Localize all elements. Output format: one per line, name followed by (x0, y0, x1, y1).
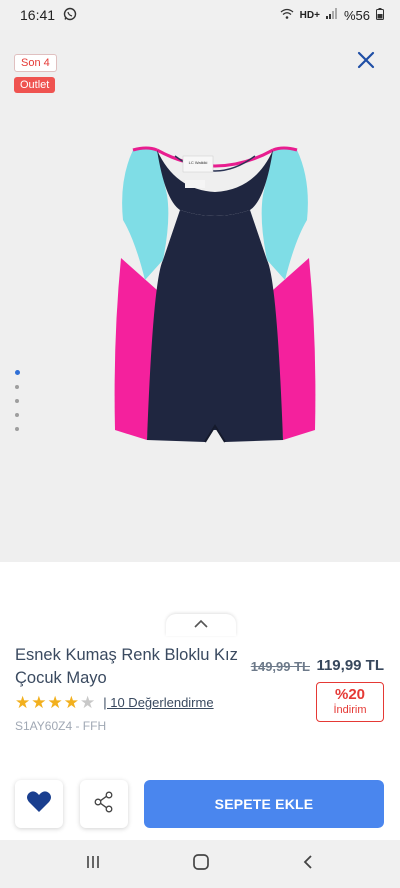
stock-badge: Son 4 (14, 54, 57, 72)
heart-icon (26, 790, 52, 819)
back-icon[interactable] (301, 854, 315, 875)
recent-apps-icon[interactable] (85, 854, 101, 875)
whatsapp-icon (63, 7, 77, 24)
gallery-dot[interactable] (15, 370, 20, 375)
discount-label: İndirim (333, 704, 367, 716)
garment-label-text: LC Waikiki (189, 160, 208, 165)
gallery-dot[interactable] (15, 427, 19, 431)
wifi-icon (280, 8, 294, 23)
share-button[interactable] (80, 780, 128, 828)
old-price: 149,99 TL (250, 659, 310, 674)
gallery-dot[interactable] (15, 385, 19, 389)
reviews-link[interactable]: | 10 Değerlendirme (103, 695, 213, 710)
star-icon: ★ (15, 693, 31, 712)
favorite-button[interactable] (15, 780, 63, 828)
rating[interactable]: ★ ★ ★ ★ ★ | 10 Değerlendirme (15, 694, 214, 711)
add-to-cart-button[interactable]: SEPETE EKLE (144, 780, 384, 828)
outlet-badge: Outlet (14, 77, 56, 93)
expand-details-button[interactable] (166, 614, 236, 636)
star-icon: ★ (63, 693, 79, 712)
battery-level: %56 (343, 7, 370, 23)
star-icon: ★ (31, 693, 47, 712)
discount-badge: %20 İndirim (316, 682, 384, 722)
gallery-pagination (15, 370, 20, 431)
close-icon[interactable] (356, 50, 376, 70)
gallery-dot[interactable] (15, 413, 19, 417)
discount-percent: %20 (334, 686, 366, 703)
battery-icon (376, 7, 384, 23)
product-image[interactable]: LC Waikiki (105, 140, 325, 470)
action-bar: SEPETE EKLE (0, 780, 400, 830)
share-icon (94, 791, 114, 818)
star-icon: ★ (47, 693, 63, 712)
signal-icon (325, 8, 338, 22)
network-type: HD+ (299, 9, 320, 21)
system-nav-bar (0, 840, 400, 888)
gallery-dot[interactable] (15, 399, 19, 403)
rating-stars: ★ ★ ★ ★ ★ (15, 694, 95, 711)
home-icon[interactable] (192, 853, 210, 876)
status-bar: 16:41 HD+ %56 (0, 0, 400, 30)
product-info-panel: Esnek Kumaş Renk Bloklu Kız Çocuk Mayo 1… (0, 562, 400, 840)
product-gallery[interactable]: Son 4 Outlet LC Waikiki (0, 30, 400, 562)
status-time: 16:41 (20, 7, 56, 23)
new-price: 119,99 TL (316, 657, 384, 674)
product-title: Esnek Kumaş Renk Bloklu Kız Çocuk Mayo (15, 646, 238, 687)
chevron-up-icon (193, 616, 209, 634)
product-sku: S1AY60Z4 - FFH (15, 719, 107, 733)
star-icon: ★ (80, 693, 96, 712)
